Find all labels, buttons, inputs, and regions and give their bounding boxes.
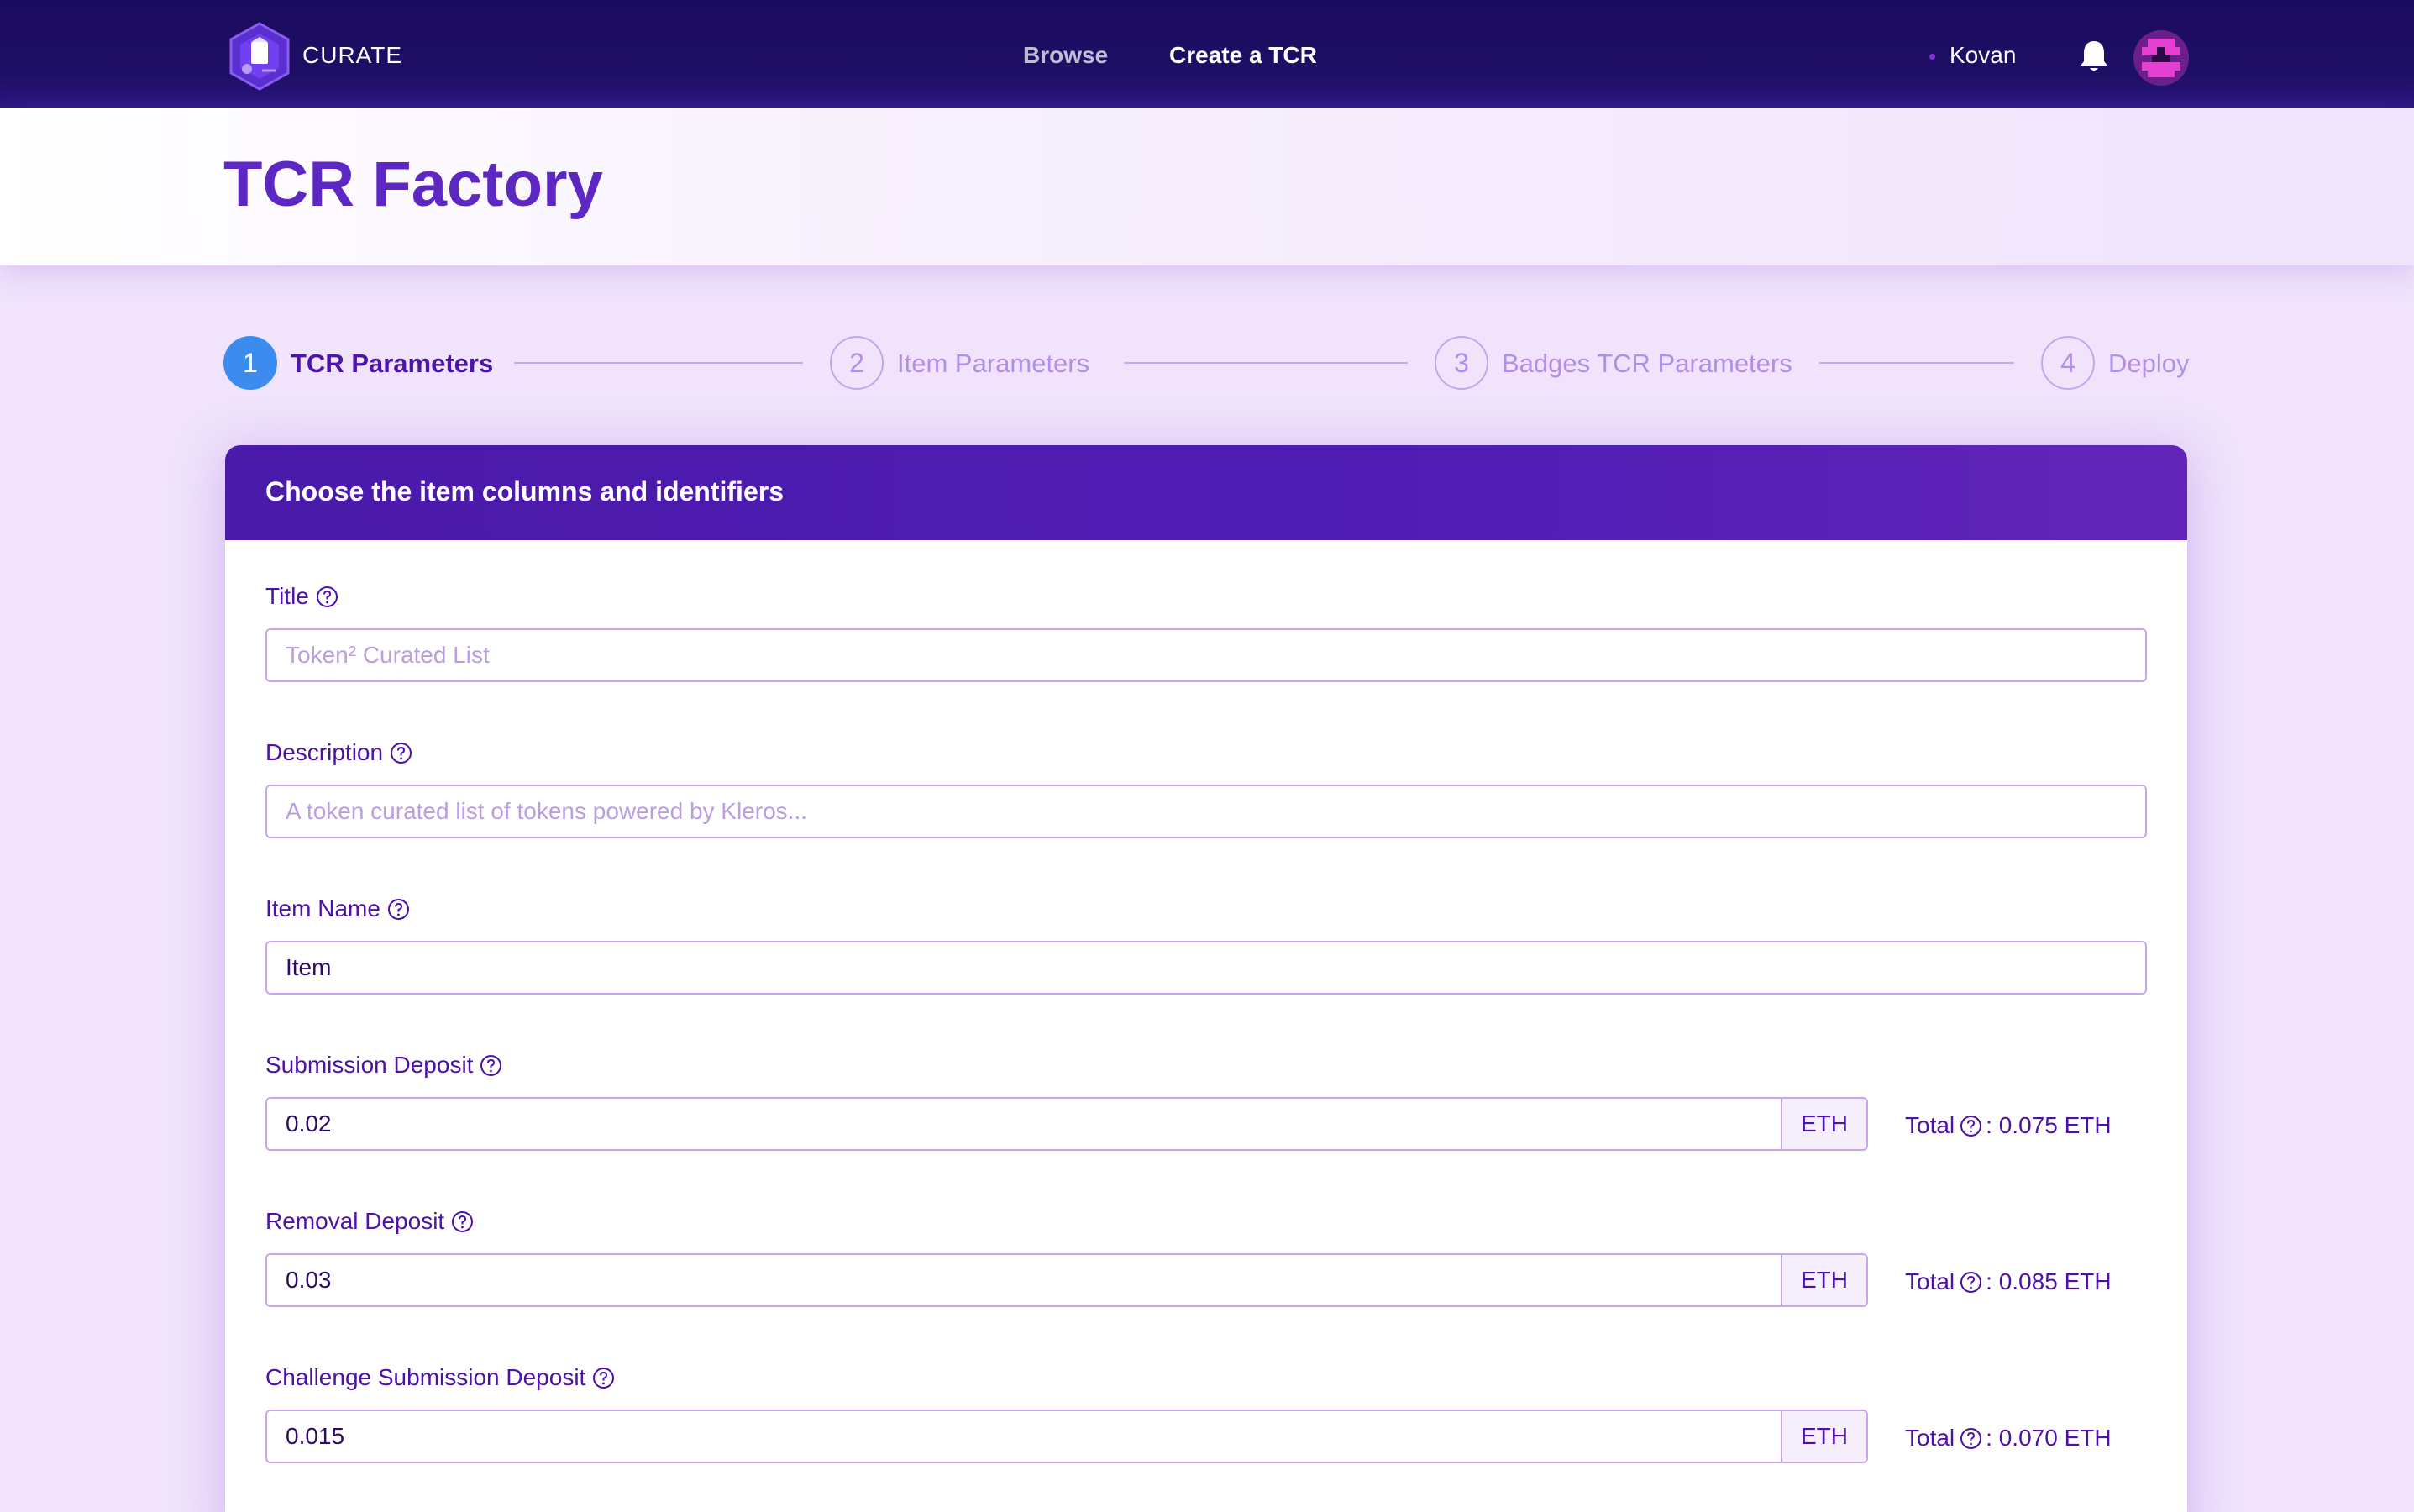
submission-deposit-label-text: Submission Deposit: [265, 1052, 474, 1078]
description-label: Description: [265, 739, 412, 766]
network-status-dot: [1929, 54, 1935, 60]
removal-deposit-label: Removal Deposit: [265, 1208, 474, 1235]
page-title: TCR Factory: [223, 149, 603, 220]
removal-deposit-total: Total : 0.085 ETH: [1905, 1268, 2112, 1295]
help-circle-icon[interactable]: [1960, 1271, 1982, 1294]
step-1-number: 1: [223, 336, 277, 390]
description-input[interactable]: [265, 785, 2147, 838]
help-circle-icon[interactable]: [451, 1210, 474, 1233]
step-3-number: 3: [1435, 336, 1488, 390]
help-circle-icon[interactable]: [316, 585, 338, 608]
challenge-submission-deposit-label: Challenge Submission Deposit: [265, 1364, 615, 1391]
step-connector: [514, 362, 803, 364]
submission-deposit-total: Total : 0.075 ETH: [1905, 1112, 2112, 1139]
challenge-submission-deposit-input[interactable]: [265, 1410, 1782, 1463]
help-circle-icon[interactable]: [1960, 1115, 1982, 1137]
total-value: : 0.075 ETH: [1986, 1112, 2112, 1138]
removal-deposit-unit: ETH: [1781, 1253, 1868, 1307]
bell-icon[interactable]: [2078, 39, 2110, 74]
step-2-label: Item Parameters: [897, 349, 1090, 378]
total-value: : 0.070 ETH: [1986, 1425, 2112, 1451]
submission-deposit-label: Submission Deposit: [265, 1052, 502, 1079]
total-label: Total: [1905, 1425, 1955, 1451]
challenge-submission-deposit-unit: ETH: [1781, 1410, 1868, 1463]
step-2-number: 2: [830, 336, 884, 390]
card-header: Choose the item columns and identifiers: [225, 445, 2187, 540]
submission-deposit-input[interactable]: [265, 1097, 1782, 1151]
nav-create-tcr-link[interactable]: Create a TCR: [1169, 42, 1317, 69]
title-label: Title: [265, 583, 338, 610]
help-circle-icon[interactable]: [1960, 1427, 1982, 1450]
network-label[interactable]: Kovan: [1950, 42, 2016, 69]
step-3-label: Badges TCR Parameters: [1502, 349, 1792, 378]
help-circle-icon[interactable]: [592, 1367, 615, 1389]
submission-deposit-unit: ETH: [1781, 1097, 1868, 1151]
step-connector: [1124, 362, 1408, 364]
step-4-label: Deploy: [2108, 349, 2190, 378]
item-name-input[interactable]: [265, 941, 2147, 995]
curate-logo-icon[interactable]: [228, 22, 291, 91]
total-label: Total: [1905, 1268, 1955, 1294]
help-circle-icon[interactable]: [480, 1054, 502, 1077]
step-1-label: TCR Parameters: [291, 349, 494, 378]
card-title: Choose the item columns and identifiers: [265, 476, 784, 507]
parameters-card: Choose the item columns and identifiers …: [225, 445, 2187, 1512]
removal-deposit-input[interactable]: [265, 1253, 1782, 1307]
help-circle-icon[interactable]: [387, 898, 410, 921]
removal-deposit-label-text: Removal Deposit: [265, 1208, 445, 1234]
item-name-label-text: Item Name: [265, 895, 380, 921]
total-label: Total: [1905, 1112, 1955, 1138]
challenge-submission-deposit-total: Total : 0.070 ETH: [1905, 1425, 2112, 1452]
challenge-submission-deposit-label-text: Challenge Submission Deposit: [265, 1364, 586, 1390]
identicon-avatar[interactable]: [2133, 30, 2189, 86]
navbar: CURATE Browse Create a TCR Kovan: [0, 0, 2414, 108]
logo-text[interactable]: CURATE: [302, 42, 402, 69]
help-circle-icon[interactable]: [390, 742, 412, 764]
step-connector: [1819, 362, 2014, 364]
total-value: : 0.085 ETH: [1986, 1268, 2112, 1294]
nav-browse-link[interactable]: Browse: [1023, 42, 1108, 69]
item-name-label: Item Name: [265, 895, 410, 922]
title-label-text: Title: [265, 583, 309, 609]
title-input[interactable]: [265, 628, 2147, 682]
description-label-text: Description: [265, 739, 384, 765]
step-4-number: 4: [2041, 336, 2095, 390]
